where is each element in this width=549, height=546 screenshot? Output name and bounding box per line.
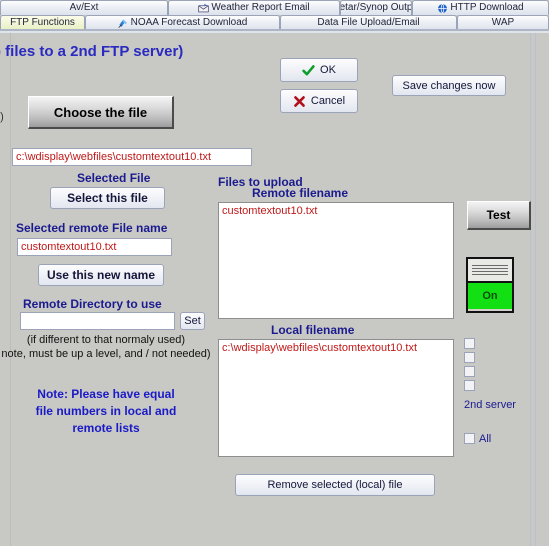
equal-files-note-line-1: Note: Please have equal xyxy=(37,387,175,401)
tab-label: Weather Report Email xyxy=(211,2,310,13)
equal-files-note-line-3: remote lists xyxy=(72,421,140,435)
tab-weather-report-email[interactable]: Weather Report Email xyxy=(168,0,340,15)
list-item[interactable]: c:\wdisplay\webfiles\customtextout10.txt xyxy=(222,342,450,355)
remote-filename-listbox[interactable]: customtextout10.txt xyxy=(218,202,454,319)
server-checkbox-2[interactable] xyxy=(464,352,475,363)
selected-remote-file-name-label: Selected remote File name xyxy=(16,221,168,235)
page-title: ) files to a 2nd FTP server) xyxy=(0,43,184,60)
tab-av-ext[interactable]: Av/Ext xyxy=(0,0,168,15)
tab-ftp-functions[interactable]: FTP Functions xyxy=(0,15,85,30)
selected-file-label: Selected File xyxy=(77,171,151,185)
tab-http-download[interactable]: HTTP Download xyxy=(412,0,549,15)
choose-file-button[interactable]: Choose the file xyxy=(28,96,174,129)
tab-metar-synop-output[interactable]: Metar/Synop Output xyxy=(340,0,412,15)
panel-left-rule xyxy=(10,33,11,546)
all-checkbox-label: All xyxy=(479,433,492,445)
tab-row-1: Av/Ext Weather Report Email Metar/Synop … xyxy=(0,0,549,15)
ok-button[interactable]: OK xyxy=(280,58,358,82)
tab-label: Av/Ext xyxy=(69,2,99,13)
use-new-name-label: Use this new name xyxy=(46,268,156,282)
cancel-button[interactable]: Cancel xyxy=(280,89,358,113)
satellite-icon xyxy=(118,18,129,29)
tab-data-file-upload-email[interactable]: Data File Upload/Email xyxy=(280,15,457,30)
switch-handle-icon xyxy=(468,259,512,283)
select-this-file-label: Select this file xyxy=(67,191,148,205)
cancel-button-label: Cancel xyxy=(310,95,346,107)
tab-row-2: FTP Functions NOAA Forecast Download Dat… xyxy=(0,15,549,30)
local-filename-list-label: Local filename xyxy=(271,323,355,337)
remote-directory-label: Remote Directory to use xyxy=(23,297,162,311)
all-checkbox[interactable] xyxy=(464,433,475,444)
local-filename-listbox[interactable]: c:\wdisplay\webfiles\customtextout10.txt xyxy=(218,339,454,457)
tab-label: HTTP Download xyxy=(450,2,524,13)
server-checkbox-4[interactable] xyxy=(464,380,475,391)
equal-files-note-line-2: file numbers in local and xyxy=(35,404,177,418)
tab-wap[interactable]: WAP xyxy=(457,15,549,30)
choose-file-side-note: n) xyxy=(0,111,4,123)
tab-noaa-forecast-download[interactable]: NOAA Forecast Download xyxy=(85,15,280,30)
choose-file-label: Choose the file xyxy=(53,104,148,120)
ftp-on-off-switch[interactable]: On xyxy=(466,257,514,313)
test-button[interactable]: Test xyxy=(467,201,531,230)
checkmark-icon xyxy=(302,64,315,77)
remote-file-name-value: customtextout10.txt xyxy=(21,241,117,253)
local-file-path-value: c:\wdisplay\webfiles\customtextout10.txt xyxy=(16,151,212,163)
remote-directory-hint-2: note, must be up a level, and / not need… xyxy=(1,348,211,360)
use-new-name-button[interactable]: Use this new name xyxy=(38,264,164,286)
close-icon xyxy=(293,95,306,108)
tab-label: WAP xyxy=(491,17,515,28)
save-changes-label: Save changes now xyxy=(402,79,496,92)
remote-directory-hint-1: (if different to that normaly used) xyxy=(26,334,186,346)
server-checkbox-3[interactable] xyxy=(464,366,475,377)
test-button-label: Test xyxy=(486,208,511,222)
switch-state-label: On xyxy=(468,283,512,309)
globe-icon xyxy=(437,3,448,14)
ftp-functions-panel: ) files to a 2nd FTP server) n) OK Cance… xyxy=(0,33,549,546)
tab-label: NOAA Forecast Download xyxy=(130,17,248,28)
envelope-icon xyxy=(198,3,210,14)
remote-file-name-input[interactable]: customtextout10.txt xyxy=(17,238,172,256)
local-file-path-input[interactable]: c:\wdisplay\webfiles\customtextout10.txt xyxy=(12,148,252,166)
remove-selected-file-button[interactable]: Remove selected (local) file xyxy=(235,474,435,496)
set-directory-button[interactable]: Set xyxy=(180,312,205,330)
set-directory-label: Set xyxy=(184,315,201,327)
save-changes-button[interactable]: Save changes now xyxy=(392,75,506,96)
server-checkbox-1[interactable] xyxy=(464,338,475,349)
remote-filename-list-label: Remote filename xyxy=(252,186,349,200)
list-item[interactable]: customtextout10.txt xyxy=(222,205,450,218)
tab-strip: Av/Ext Weather Report Email Metar/Synop … xyxy=(0,0,549,33)
remote-directory-input[interactable] xyxy=(20,312,175,330)
ok-button-label: OK xyxy=(320,64,336,76)
panel-right-rule-outer xyxy=(535,33,536,546)
remove-selected-file-label: Remove selected (local) file xyxy=(267,479,403,491)
tab-label: Data File Upload/Email xyxy=(317,17,420,28)
second-server-label: 2nd server xyxy=(464,399,516,411)
tab-label: FTP Functions xyxy=(10,17,75,28)
select-this-file-button[interactable]: Select this file xyxy=(50,187,165,209)
tab-label: Metar/Synop Output xyxy=(340,2,412,13)
panel-right-rule xyxy=(530,33,531,546)
